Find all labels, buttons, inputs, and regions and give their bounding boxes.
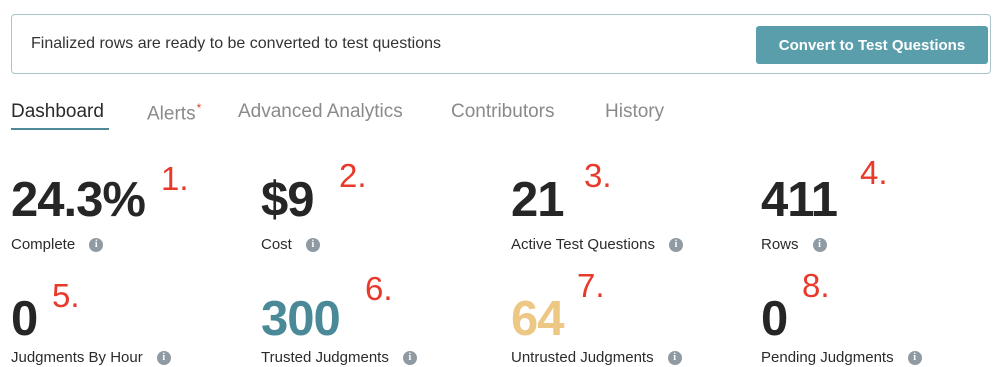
tab-alerts-label: Alerts [147, 103, 196, 125]
tab-dashboard[interactable]: Dashboard [11, 101, 109, 130]
stat-value: 300 [261, 292, 341, 346]
stat-label: Untrusted Judgments i [511, 349, 682, 366]
tab-contributors[interactable]: Contributors [451, 101, 555, 123]
annotation-number: 3. [584, 157, 612, 194]
stat-label: Cost i [261, 236, 320, 253]
stat-label-text: Judgments By Hour [11, 349, 143, 366]
stat-value: 64 [511, 292, 565, 346]
tab-history-label: History [605, 101, 665, 122]
stat-label-text: Active Test Questions [511, 236, 655, 253]
annotation-number: 6. [365, 270, 393, 307]
tab-advanced-analytics-label: Advanced Analytics [238, 101, 403, 122]
annotation-number: 8. [802, 267, 830, 304]
stat-label-text: Untrusted Judgments [511, 349, 654, 366]
tab-alerts[interactable]: Alerts* [147, 101, 201, 125]
alerts-badge: * [196, 101, 202, 115]
annotation-number: 5. [52, 277, 80, 314]
stat-label: Pending Judgments i [761, 349, 922, 366]
stat-value: 21 [511, 173, 565, 227]
stat-value: 0 [761, 292, 788, 346]
tab-history[interactable]: History [605, 101, 664, 123]
stat-label-text: Complete [11, 236, 76, 253]
annotation-number: 1. [161, 160, 189, 197]
banner-message: Finalized rows are ready to be converted… [31, 35, 441, 52]
stat-label: Trusted Judgments i [261, 349, 417, 366]
tab-contributors-label: Contributors [451, 101, 555, 122]
info-icon[interactable]: i [305, 237, 320, 252]
annotation-number: 2. [339, 157, 367, 194]
stat-value: 411 [761, 173, 838, 227]
info-icon[interactable]: i [907, 350, 922, 365]
active-tab-indicator [11, 128, 109, 130]
stat-value: 24.3% [11, 173, 146, 227]
stat-label-text: Cost [261, 236, 292, 253]
info-icon[interactable]: i [668, 237, 683, 252]
notification-banner: Finalized rows are ready to be converted… [11, 14, 991, 74]
stat-label: Judgments By Hour i [11, 349, 171, 366]
info-icon[interactable]: i [402, 350, 417, 365]
info-icon[interactable]: i [667, 350, 682, 365]
annotation-number: 7. [577, 267, 605, 304]
stat-label-text: Trusted Judgments [261, 349, 389, 366]
stat-value: $9 [261, 173, 315, 227]
stat-value: 0 [11, 292, 38, 346]
tab-advanced-analytics[interactable]: Advanced Analytics [238, 101, 403, 123]
stat-label: Rows i [761, 236, 827, 253]
annotation-number: 4. [860, 154, 888, 191]
convert-to-test-questions-button[interactable]: Convert to Test Questions [756, 26, 988, 64]
stat-label: Complete i [11, 236, 104, 253]
info-icon[interactable]: i [156, 350, 171, 365]
stat-label: Active Test Questions i [511, 236, 683, 253]
stat-label-text: Pending Judgments [761, 349, 894, 366]
tab-dashboard-label: Dashboard [11, 101, 104, 122]
info-icon[interactable]: i [89, 237, 104, 252]
info-icon[interactable]: i [812, 237, 827, 252]
stat-label-text: Rows [761, 236, 799, 253]
